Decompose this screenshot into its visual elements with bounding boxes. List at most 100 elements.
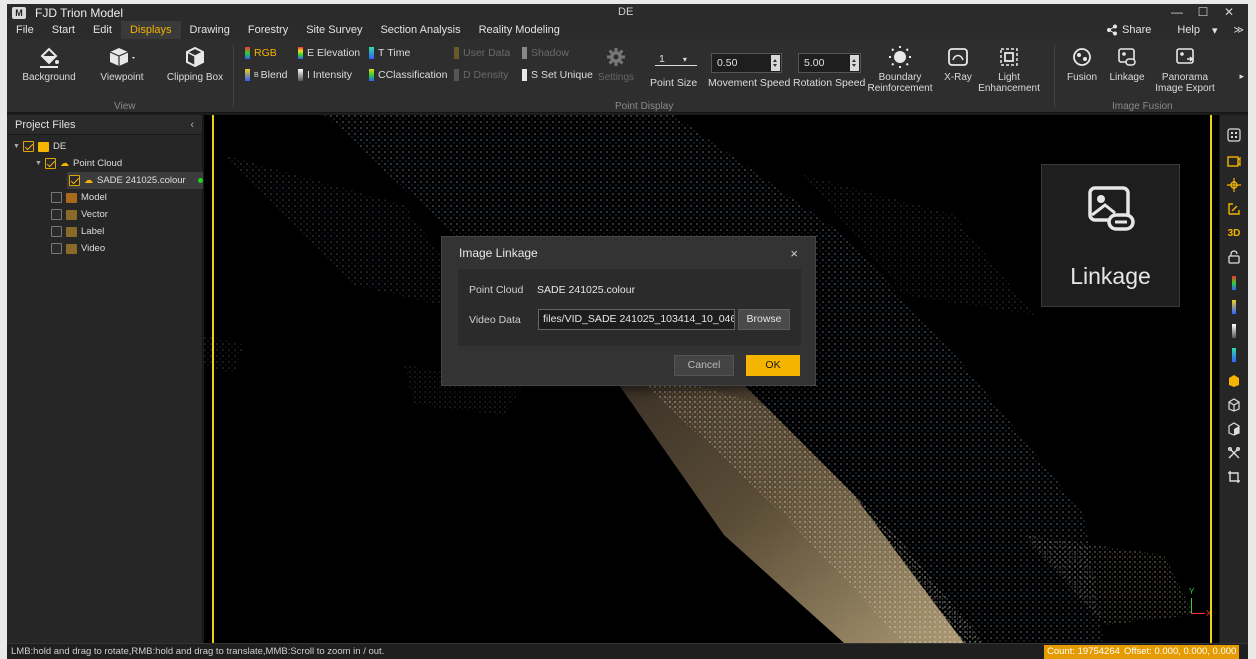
ribbon-more-icon[interactable]: ▸ <box>1239 71 1244 82</box>
browse-button[interactable]: Browse <box>738 309 790 330</box>
shadow-mode-button[interactable]: Shadow <box>522 47 569 59</box>
light-enhancement-button[interactable]: Light Enhancement <box>978 45 1040 94</box>
video-data-field[interactable]: files/VID_SADE 241025_103414_10_046.insv <box>538 309 735 330</box>
movement-speed-input[interactable]: 0.50 <box>711 53 782 73</box>
menu-forestry[interactable]: Forestry <box>239 21 297 39</box>
time-mode-button[interactable]: T Time <box>369 47 410 59</box>
background-button[interactable]: Background <box>21 45 77 83</box>
xray-button[interactable]: X-Ray <box>938 45 978 83</box>
help-dropdown-icon[interactable]: ▾ <box>1212 24 1218 37</box>
tree-item-sade-colour[interactable]: ☁ SADE 241025.colour <box>67 172 203 189</box>
dialog-close-icon[interactable]: × <box>790 246 798 261</box>
tree-item-label[interactable]: Label <box>51 223 201 240</box>
point-size-value: 1 <box>659 53 665 65</box>
settings-button[interactable]: Settings <box>596 45 636 83</box>
intensity-mode-button[interactable]: I Intensity <box>298 69 352 81</box>
classification-mode-button[interactable]: C Classification <box>369 69 447 81</box>
tree-item-vector[interactable]: Vector <box>51 206 201 223</box>
tree-item-model[interactable]: Model <box>51 189 201 206</box>
linkage-button[interactable]: Linkage <box>1107 45 1147 83</box>
app-title: FJD Trion Model <box>35 5 124 20</box>
tree-checkbox[interactable] <box>51 226 62 237</box>
menu-drawing[interactable]: Drawing <box>181 21 239 39</box>
orbit-icon[interactable] <box>1226 177 1242 193</box>
tree-checkbox[interactable] <box>51 243 62 254</box>
help-menu[interactable]: Help <box>1177 24 1200 36</box>
blend-color-icon[interactable] <box>1226 299 1242 315</box>
viewpoint-button[interactable]: Viewpoint <box>92 45 152 83</box>
close-window-button[interactable]: ✕ <box>1216 4 1242 21</box>
spin-arrows-icon[interactable] <box>850 55 859 71</box>
ribbon-collapse-icon[interactable]: ≫ <box>1234 25 1244 36</box>
rotation-speed-label: Rotation Speed <box>793 77 866 89</box>
spin-arrows-icon[interactable] <box>771 55 780 71</box>
point-cloud-icon: ☁ <box>60 158 69 168</box>
minimize-button[interactable]: — <box>1164 4 1190 21</box>
density-mode-button[interactable]: D Density <box>454 69 509 81</box>
maximize-button[interactable]: ☐ <box>1190 4 1216 21</box>
elevation-mode-button[interactable]: E Elevation <box>298 47 360 59</box>
crop-icon[interactable] <box>1226 469 1242 485</box>
menu-start[interactable]: Start <box>43 21 84 39</box>
folder-icon <box>38 141 49 152</box>
rgb-color-icon[interactable] <box>1226 275 1242 291</box>
tree-checkbox[interactable] <box>51 209 62 220</box>
tree-item-video[interactable]: Video <box>51 240 201 257</box>
expand-arrow-icon[interactable]: ▼ <box>35 160 45 167</box>
background-label: Background <box>22 72 76 83</box>
tree-label: Model <box>81 192 107 203</box>
cancel-button[interactable]: Cancel <box>674 355 734 376</box>
expand-arrow-icon[interactable]: ▼ <box>13 143 23 150</box>
measure-icon[interactable] <box>1226 201 1242 217</box>
tools-icon[interactable] <box>1226 445 1242 461</box>
share-button[interactable]: Share <box>1122 24 1151 36</box>
tree-label: DE <box>53 141 67 152</box>
rotation-speed-input[interactable]: 5.00 <box>798 53 861 73</box>
tree-label: Point Cloud <box>73 158 123 169</box>
box-wire-icon[interactable] <box>1226 397 1242 413</box>
boundary-reinforcement-button[interactable]: Boundary Reinforcement <box>867 45 933 94</box>
intensity-color-icon[interactable] <box>1226 323 1242 339</box>
point-size-select[interactable]: 1 ▾ <box>655 53 697 66</box>
menu-site-survey[interactable]: Site Survey <box>297 21 371 39</box>
model-icon <box>66 192 77 203</box>
grid-view-icon[interactable] <box>1226 127 1242 143</box>
set-unique-button[interactable]: S Set Unique <box>522 69 593 81</box>
camera-view-icon[interactable] <box>1226 153 1242 169</box>
tree-item-de[interactable]: ▼ DE <box>13 138 201 155</box>
box-clip-icon[interactable] <box>1226 421 1242 437</box>
panorama-export-button[interactable]: Panorama Image Export <box>1155 45 1215 94</box>
menu-edit[interactable]: Edit <box>84 21 121 39</box>
intensity-letter: I <box>307 69 310 81</box>
3d-mode-button[interactable]: 3D <box>1226 225 1242 241</box>
tree-checkbox[interactable] <box>69 175 80 186</box>
time-label: Time <box>387 47 411 59</box>
share-icon[interactable] <box>1106 24 1118 36</box>
fusion-button[interactable]: Fusion <box>1062 45 1102 83</box>
elevation-label: Elevation <box>316 47 361 59</box>
image-fusion-group-label: Image Fusion <box>1112 101 1173 112</box>
box-solid-icon[interactable] <box>1226 373 1242 389</box>
panel-collapse-icon[interactable]: ‹ <box>190 119 194 131</box>
time-color-icon[interactable] <box>1226 347 1242 363</box>
clipping-box-button[interactable]: Clipping Box <box>165 45 225 83</box>
menu-section-analysis[interactable]: Section Analysis <box>371 21 469 39</box>
view-group-label: View <box>114 101 136 112</box>
dialog-body: Point Cloud SADE 241025.colour Video Dat… <box>458 269 801 346</box>
tree-item-point-cloud[interactable]: ▼ ☁ Point Cloud <box>35 155 201 172</box>
menu-displays[interactable]: Displays <box>120 21 181 39</box>
menu-file[interactable]: File <box>7 21 43 39</box>
tree-checkbox[interactable] <box>23 141 34 152</box>
ok-button[interactable]: OK <box>746 355 800 376</box>
tree-label: SADE 241025.colour <box>97 175 186 186</box>
tree-checkbox[interactable] <box>45 158 56 169</box>
video-data-label: Video Data <box>469 314 521 326</box>
y-axis-line <box>1191 598 1192 614</box>
tree-checkbox[interactable] <box>51 192 62 203</box>
rgb-mode-button[interactable]: RGB <box>245 47 277 59</box>
blend-mode-button[interactable]: B Blend <box>245 69 288 81</box>
lock-icon[interactable] <box>1226 249 1242 265</box>
time-letter: T <box>378 47 385 59</box>
user-data-mode-button[interactable]: User Data <box>454 47 510 59</box>
menu-reality-modeling[interactable]: Reality Modeling <box>470 21 569 39</box>
